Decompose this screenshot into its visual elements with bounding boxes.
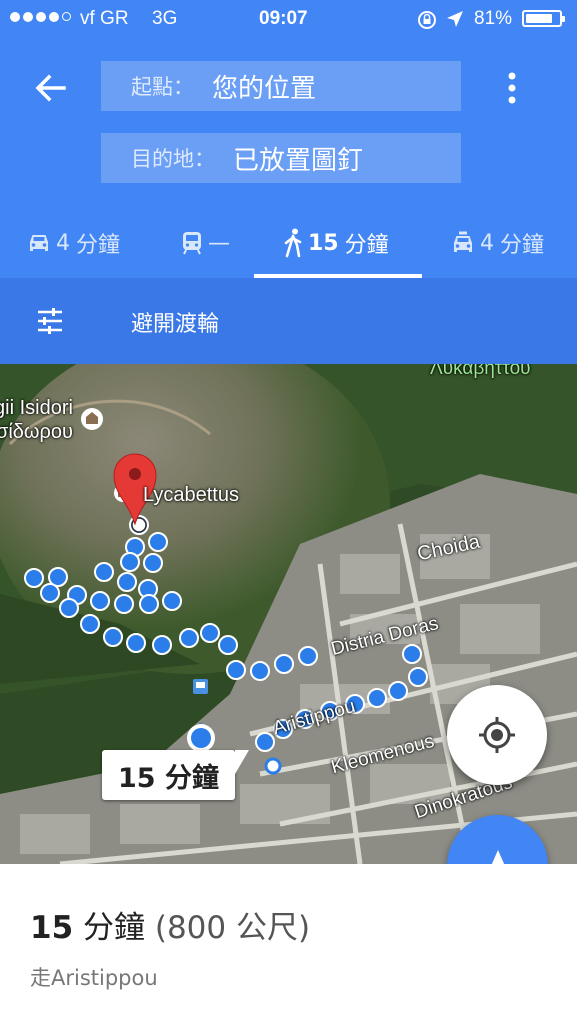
route-summary: 15 分鐘 (800 公尺) <box>30 902 310 947</box>
route-dot <box>179 628 199 648</box>
tab-transit[interactable]: — <box>180 208 230 278</box>
walk-icon <box>284 228 302 258</box>
route-summary-sheet[interactable]: 15 分鐘 (800 公尺) 走Aristippou <box>0 864 577 1024</box>
route-dot <box>200 623 220 643</box>
route-dot <box>402 644 422 664</box>
driving-time: 4 <box>56 230 70 256</box>
more-options-icon[interactable] <box>496 68 528 108</box>
route-dot <box>162 591 182 611</box>
route-dot <box>126 633 146 653</box>
route-dot <box>408 667 428 687</box>
route-dot <box>152 635 172 655</box>
travel-mode-tabs: 4 分鐘 — 15 分鐘 4 分鐘 <box>0 208 577 278</box>
tune-icon[interactable] <box>36 308 64 334</box>
route-dot <box>250 661 270 681</box>
route-dot <box>218 635 238 655</box>
route-dot <box>148 532 168 552</box>
origin-field[interactable]: 起點： 您的位置 <box>101 61 461 111</box>
tab-driving[interactable]: 4 分鐘 <box>26 208 120 278</box>
avoid-ferries-option[interactable]: 避開渡輪 <box>131 306 219 338</box>
transit-time: — <box>208 230 230 256</box>
route-dot <box>80 614 100 634</box>
route-dot <box>388 681 408 701</box>
destination-value: 已放置圖釘 <box>233 145 364 176</box>
route-dot <box>298 646 318 666</box>
car-icon <box>30 235 48 251</box>
walking-time-unit: 分鐘 <box>344 233 389 258</box>
route-dot <box>90 591 110 611</box>
route-dot <box>226 660 246 680</box>
carrier-name: vf GR <box>80 8 129 29</box>
directions-header: 起點： 您的位置 目的地： 已放置圖釘 4 分鐘 — 15 分鐘 4 分鐘 <box>0 38 577 278</box>
origin-value: 您的位置 <box>212 73 317 104</box>
map-label-lycabettus: Lycabettus <box>143 484 239 506</box>
map-label-lykavittos: Λυκαβηττου <box>430 364 531 379</box>
route-dot <box>40 583 60 603</box>
route-start-point <box>264 757 282 775</box>
map-label-isidori: gii Isidori <box>0 397 73 419</box>
route-duration-value: 15 <box>30 910 74 946</box>
tab-taxi[interactable]: 4 分鐘 <box>450 208 544 278</box>
route-dot <box>139 594 159 614</box>
route-dot <box>94 562 114 582</box>
route-duration-bubble[interactable]: 15 分鐘 <box>102 750 249 800</box>
signal-strength-icon <box>10 12 71 22</box>
battery-icon <box>522 10 565 27</box>
driving-time-unit: 分鐘 <box>76 233 121 258</box>
origin-label: 起點： <box>131 75 194 99</box>
route-dot <box>255 732 275 752</box>
route-dot <box>24 568 44 588</box>
taxi-icon <box>454 231 472 252</box>
map-view[interactable]: Λυκαβηττου gii Isidori σίδωρου Lycabettu… <box>0 364 577 864</box>
route-dot <box>143 553 163 573</box>
tab-walking[interactable]: 15 分鐘 <box>284 208 389 278</box>
route-dot <box>274 654 294 674</box>
destination-label: 目的地： <box>131 147 215 171</box>
location-services-icon <box>447 11 463 27</box>
back-arrow-icon[interactable] <box>30 68 70 108</box>
route-dot <box>367 688 387 708</box>
map-label-isidori-greek: σίδωρου <box>0 421 73 443</box>
battery-percentage: 81% <box>474 8 513 29</box>
destination-field[interactable]: 目的地： 已放置圖釘 <box>101 133 461 183</box>
clock: 09:07 <box>259 8 308 29</box>
route-via: 走Aristippou <box>30 966 158 990</box>
network-type: 3G <box>152 8 178 29</box>
route-dot <box>117 572 137 592</box>
status-bar: vf GR 3G 09:07 81% <box>0 0 577 38</box>
route-dot <box>103 627 123 647</box>
taxi-time: 4 <box>480 230 494 256</box>
walking-time: 15 <box>308 230 339 256</box>
route-distance: (800 公尺) <box>154 910 311 946</box>
route-dot <box>114 594 134 614</box>
route-duration-unit: 分鐘 <box>83 910 145 946</box>
crosshair-icon <box>479 717 515 753</box>
route-dot <box>59 598 79 618</box>
route-options-bar[interactable]: 避開渡輪 <box>0 278 577 364</box>
rotation-lock-icon <box>418 11 436 29</box>
train-icon <box>183 232 201 255</box>
taxi-time-unit: 分鐘 <box>500 233 545 258</box>
my-location-button[interactable] <box>447 685 547 785</box>
route-dot <box>120 552 140 572</box>
